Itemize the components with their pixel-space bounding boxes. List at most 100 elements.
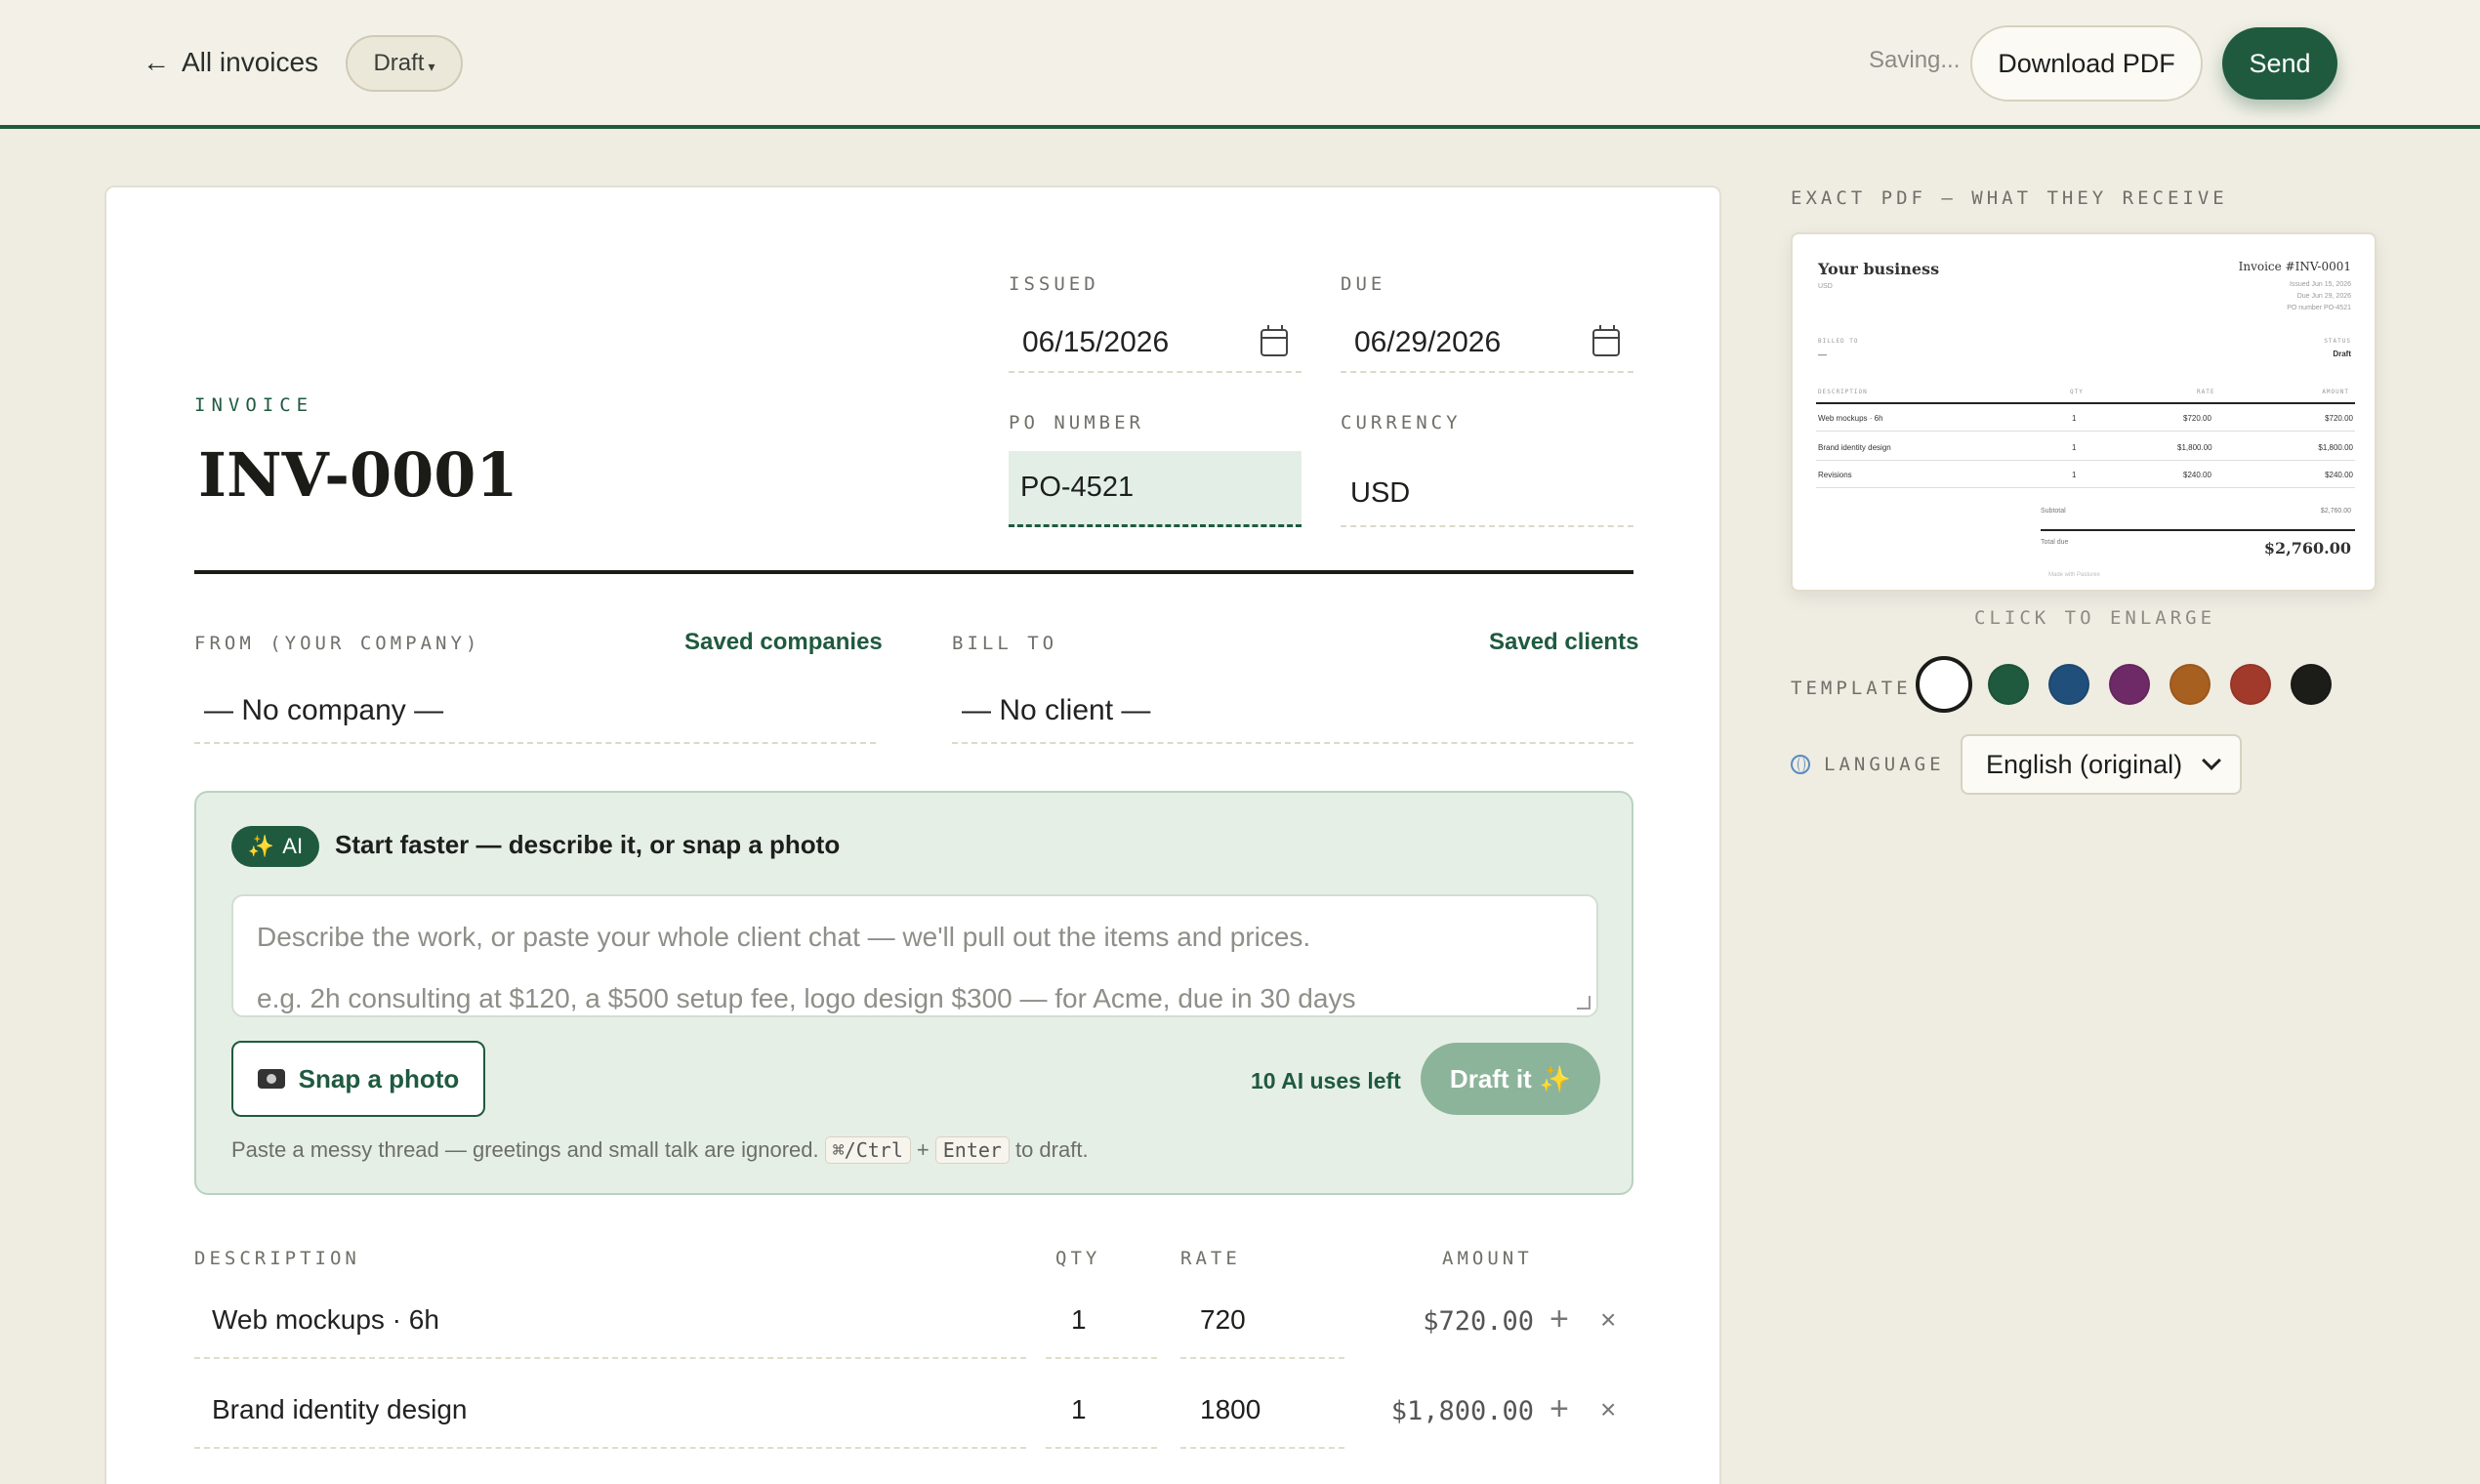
po-number-input[interactable]: PO-4521 xyxy=(1009,451,1302,527)
column-rate: RATE xyxy=(1180,1248,1241,1269)
line-item-rate-input[interactable]: 720 xyxy=(1180,1283,1344,1359)
preview-row-qty: 1 xyxy=(2072,471,2077,479)
preview-total-value: $2,760.00 xyxy=(2263,539,2351,557)
invoice-number[interactable]: INV-0001 xyxy=(198,439,518,511)
template-swatch-white[interactable] xyxy=(1916,656,1972,713)
back-to-invoices-link[interactable]: ← All invoices xyxy=(143,43,318,82)
calendar-icon[interactable] xyxy=(1592,325,1620,356)
template-swatch-black[interactable] xyxy=(2291,664,2332,705)
template-swatch-red[interactable] xyxy=(2230,664,2271,705)
ai-hint: Paste a messy thread — greetings and sma… xyxy=(231,1136,1089,1164)
ai-placeholder-line2: e.g. 2h consulting at $120, a $500 setup… xyxy=(257,982,1356,1013)
ai-badge-label: AI xyxy=(282,834,304,858)
line-item-qty-input[interactable]: 1 xyxy=(1046,1373,1157,1449)
camera-icon xyxy=(257,1069,285,1089)
preview-po: PO number PO-4521 xyxy=(2287,305,2351,311)
line-item-description-input[interactable]: Web mockups · 6h xyxy=(194,1283,1026,1359)
close-icon[interactable]: × xyxy=(1600,1304,1616,1336)
from-label: FROM (YOUR COMPANY) xyxy=(194,633,481,654)
line-item-rate-input[interactable]: 1800 xyxy=(1180,1373,1344,1449)
preview-billed-to-value: — xyxy=(1818,350,1827,359)
template-swatch-purple[interactable] xyxy=(2109,664,2150,705)
language-select[interactable]: English (original) xyxy=(1961,734,2242,795)
preview-due: Due Jun 29, 2026 xyxy=(2296,293,2351,300)
issued-date-input[interactable]: 06/15/2026 xyxy=(1009,314,1302,373)
preview-total-rule xyxy=(2041,529,2355,531)
preview-row-qty: 1 xyxy=(2072,414,2077,423)
line-item-row: Web mockups · 6h 1 720 $720.00 + × xyxy=(194,1283,1633,1373)
preview-currency: USD xyxy=(1818,283,1833,290)
chevron-down-icon xyxy=(2202,751,2221,770)
column-qty: QTY xyxy=(1055,1248,1101,1269)
preview-col-description: DESCRIPTION xyxy=(1818,389,1868,395)
ai-hint-prefix: Paste a messy thread — greetings and sma… xyxy=(231,1137,819,1162)
ai-badge: ✨ AI xyxy=(231,826,319,867)
invoice-heading: INVOICE xyxy=(194,394,314,416)
due-date-input[interactable]: 06/29/2026 xyxy=(1341,314,1633,373)
line-item-amount: $1,800.00 xyxy=(1390,1395,1534,1426)
kbd-enter: Enter xyxy=(934,1136,1010,1164)
currency-select[interactable]: USD xyxy=(1341,461,1633,527)
line-item-amount: $720.00 xyxy=(1423,1305,1534,1337)
download-pdf-button[interactable]: Download PDF xyxy=(1970,25,2203,102)
preview-row-rate: $720.00 xyxy=(2183,414,2211,423)
preview-row-amount: $1,800.00 xyxy=(2318,443,2353,452)
preview-status-label: STATUS xyxy=(2324,338,2351,345)
preview-billed-to-label: BILLED TO xyxy=(1818,338,1859,345)
click-to-enlarge-hint: CLICK TO ENLARGE xyxy=(1974,607,2216,629)
language-label: LANGUAGE xyxy=(1824,754,1945,775)
due-label: DUE xyxy=(1341,273,1386,295)
preview-row-rate: $240.00 xyxy=(2183,471,2211,479)
preview-subtotal-value: $2,760.00 xyxy=(2320,508,2351,515)
preview-row-desc: Web mockups · 6h xyxy=(1818,414,1883,423)
invoice-editor-card: INVOICE INV-0001 ISSUED 06/15/2026 DUE 0… xyxy=(104,186,1721,1484)
bill-to-label: BILL TO xyxy=(952,633,1058,654)
bill-to-client-select[interactable]: — No client — xyxy=(952,680,1633,744)
from-company-select[interactable]: — No company — xyxy=(194,680,876,744)
resize-handle-icon[interactable] xyxy=(1577,996,1591,1010)
language-label-group: LANGUAGE xyxy=(1791,754,1945,775)
template-swatch-orange[interactable] xyxy=(2170,664,2211,705)
status-dropdown-label: Draft xyxy=(373,50,425,76)
snap-photo-button[interactable]: Snap a photo xyxy=(231,1041,485,1117)
template-swatch-green[interactable] xyxy=(1988,664,2029,705)
due-date-value: 06/29/2026 xyxy=(1354,326,1502,358)
ai-placeholder-line1: Describe the work, or paste your whole c… xyxy=(257,922,1311,952)
po-number-label: PO NUMBER xyxy=(1009,412,1144,433)
preview-business-name: Your business xyxy=(1818,260,1940,278)
line-item-qty-input[interactable]: 1 xyxy=(1046,1283,1157,1359)
back-link-label: All invoices xyxy=(182,47,319,77)
caret-down-icon: ▾ xyxy=(428,58,435,74)
calendar-icon[interactable] xyxy=(1261,325,1288,356)
template-swatch-blue[interactable] xyxy=(2048,664,2089,705)
preview-invoice-number: Invoice #INV-0001 xyxy=(2238,260,2351,273)
plus-icon[interactable]: + xyxy=(1550,1390,1569,1428)
line-item-description-input[interactable]: Brand identity design xyxy=(194,1373,1026,1449)
ai-uses-left: 10 AI uses left xyxy=(1251,1068,1401,1093)
preview-row-rate: $1,800.00 xyxy=(2177,443,2212,452)
language-select-value: English (original) xyxy=(1986,749,2183,779)
close-icon[interactable]: × xyxy=(1600,1394,1616,1425)
preview-row-qty: 1 xyxy=(2072,443,2077,452)
plus-icon[interactable]: + xyxy=(1550,1300,1569,1339)
kbd-plus: + xyxy=(916,1137,930,1162)
template-label: TEMPLATE xyxy=(1791,678,1912,699)
pdf-preview-thumbnail[interactable]: Your business USD Invoice #INV-0001 Issu… xyxy=(1791,232,2377,592)
ai-description-textarea[interactable]: Describe the work, or paste your whole c… xyxy=(231,894,1598,1017)
saved-clients-link[interactable]: Saved clients xyxy=(1489,629,1638,656)
column-amount: AMOUNT xyxy=(1442,1248,1533,1269)
sparkle-icon: ✨ xyxy=(247,834,275,858)
preview-row: Revisions 1 $240.00 $240.00 xyxy=(1816,461,2355,488)
arrow-left-icon: ← xyxy=(143,47,170,77)
draft-it-button[interactable]: Draft it ✨ xyxy=(1421,1043,1600,1115)
top-bar: ← All invoices Draft ▾ Saving... Downloa… xyxy=(0,0,2480,129)
status-dropdown[interactable]: Draft ▾ xyxy=(346,35,463,92)
currency-label: CURRENCY xyxy=(1341,412,1462,433)
preview-footer: Made with Pasturex xyxy=(2048,572,2100,578)
preview-row-amount: $240.00 xyxy=(2325,471,2353,479)
preview-row-desc: Revisions xyxy=(1818,471,1852,479)
preview-issued: Issued Jun 15, 2026 xyxy=(2289,281,2351,288)
preview-row-desc: Brand identity design xyxy=(1818,443,1891,452)
saved-companies-link[interactable]: Saved companies xyxy=(684,629,883,656)
send-button[interactable]: Send xyxy=(2222,27,2337,100)
